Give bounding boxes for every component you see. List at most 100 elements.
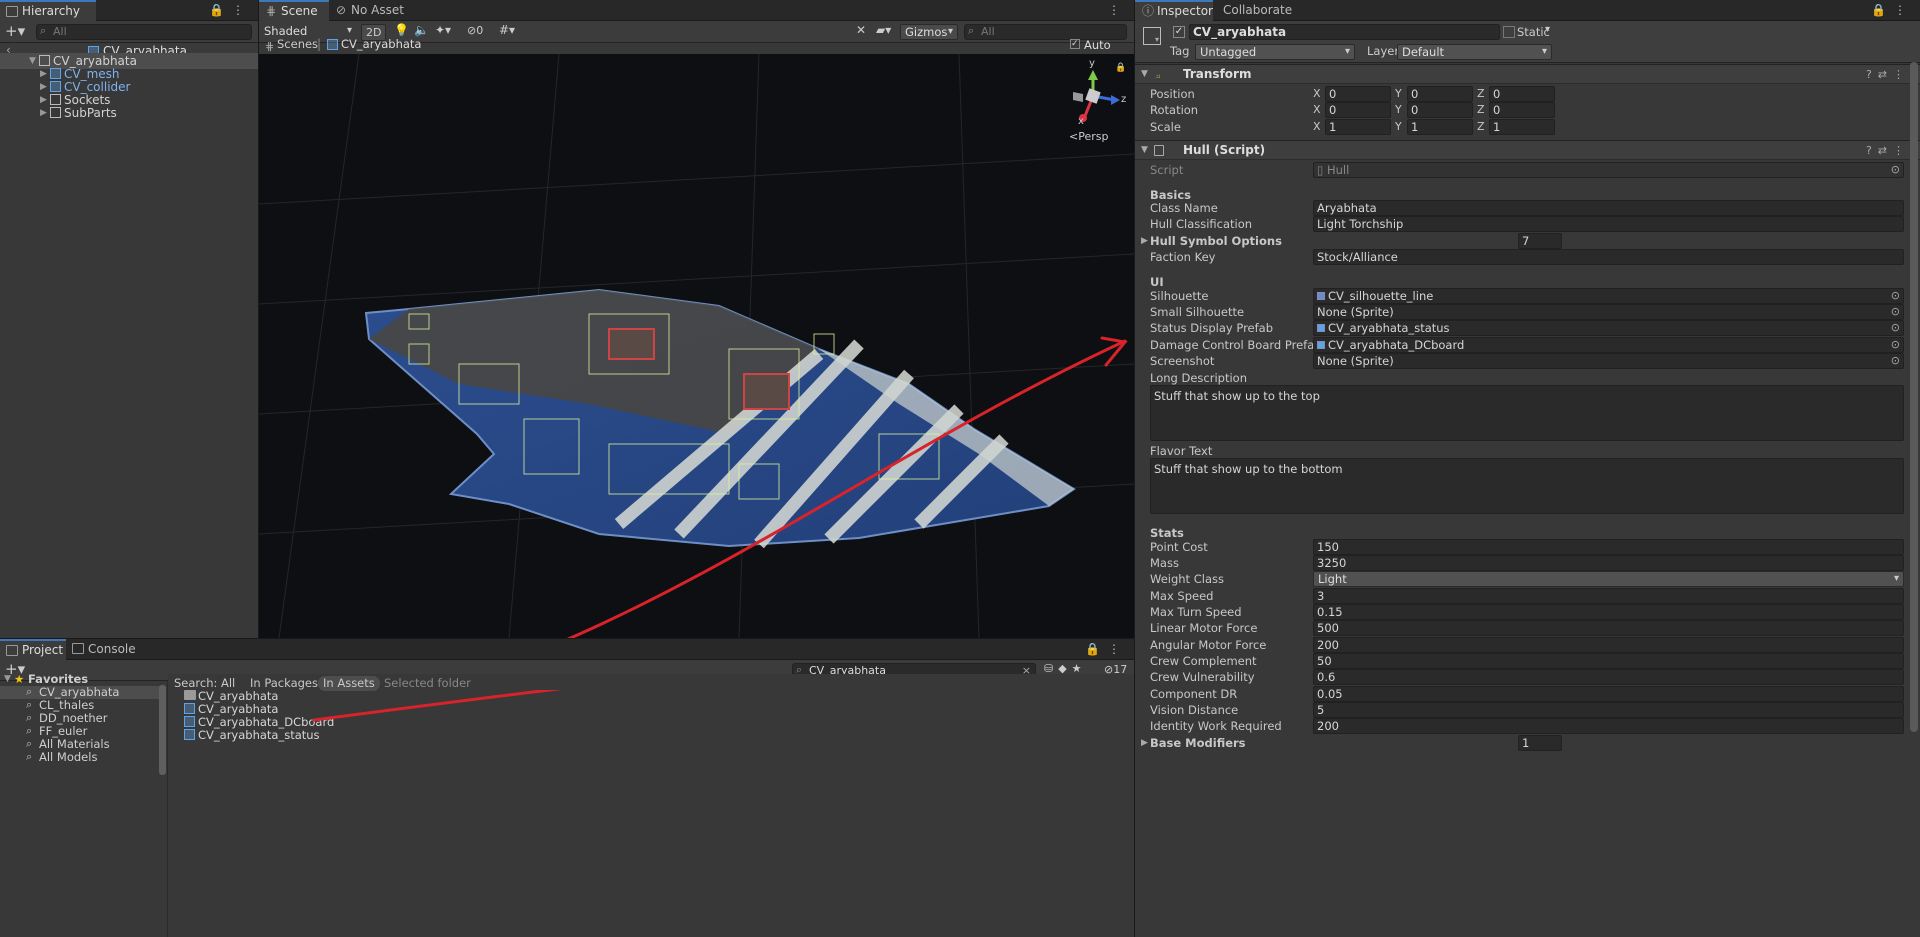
hull-classification-label: Hull Classification	[1150, 217, 1253, 231]
lighting-icon[interactable]: 💡	[394, 23, 409, 37]
tools-icon[interactable]: ✕	[856, 23, 866, 37]
stat-field[interactable]: 50	[1313, 653, 1904, 669]
hierarchy-search-input[interactable]: All	[36, 24, 252, 40]
panel-menu-icons[interactable]: 🔒⋮	[209, 3, 252, 17]
scene-render[interactable]	[259, 54, 1134, 638]
panel-menu-icons[interactable]: 🔒⋮	[1085, 642, 1128, 656]
filter-selected-folder[interactable]: Selected folder	[379, 676, 476, 691]
value-field[interactable]: 0	[1407, 102, 1473, 118]
stat-field[interactable]: 200	[1313, 637, 1904, 653]
stat-field[interactable]: 200	[1313, 718, 1904, 734]
static-checkbox[interactable]	[1503, 26, 1515, 38]
value-field[interactable]: 1	[1407, 119, 1473, 135]
base-modifiers-count[interactable]: 1	[1518, 735, 1562, 751]
favorite-item[interactable]: ⌕ All Models	[0, 750, 160, 764]
faction-key-field[interactable]: Stock/Alliance	[1313, 249, 1904, 265]
hull-classification-field[interactable]: Light Torchship	[1313, 216, 1904, 232]
tree-item-subparts[interactable]: ▶ SubParts	[0, 105, 258, 121]
value-field[interactable]: 0	[1325, 102, 1391, 118]
filter-in-assets[interactable]: In Assets	[318, 676, 380, 691]
silhouette-label: Silhouette	[1150, 289, 1209, 303]
hierarchy-toolbar: +▾ All	[0, 21, 258, 43]
tab-project[interactable]: Project	[0, 639, 66, 660]
flavor-text-field[interactable]: Stuff that show up to the bottom	[1150, 458, 1904, 514]
inspector-scrollbar[interactable]	[1910, 62, 1918, 732]
small-silhouette-field[interactable]: None (Sprite)	[1313, 304, 1904, 320]
tab-scene[interactable]: ⋕ Scene	[259, 0, 329, 21]
screenshot-field[interactable]: None (Sprite)	[1313, 353, 1904, 369]
hull-symbol-options-row[interactable]: ▶ Hull Symbol Options 7	[1135, 233, 1920, 249]
transform-header[interactable]: ▼ ⟓ Transform ?⇄⋮	[1135, 64, 1920, 84]
hull-symbol-options-count[interactable]: 7	[1518, 233, 1562, 249]
value-field[interactable]: 1	[1325, 119, 1391, 135]
object-name-field[interactable]: CV_aryabhata	[1189, 24, 1500, 40]
value-field[interactable]: 0	[1489, 86, 1555, 102]
search-icon: ⌕	[26, 750, 33, 763]
small-silhouette-value: None (Sprite)	[1317, 305, 1394, 319]
hull-script-header[interactable]: ▼ Hull (Script) ?⇄⋮	[1135, 140, 1920, 160]
silhouette-field[interactable]: CV_silhouette_line	[1313, 288, 1904, 304]
stat-field[interactable]: 0.6	[1313, 669, 1904, 685]
panel-menu-icons[interactable]: 🔒⋮	[1871, 3, 1914, 17]
dcboard-field[interactable]: CV_aryabhata_DCboard	[1313, 337, 1904, 353]
stat-field[interactable]: 3	[1313, 588, 1904, 604]
stat-field[interactable]: 0.15	[1313, 604, 1904, 620]
prefab-icon	[1317, 324, 1325, 332]
star-icon: ★	[14, 672, 25, 686]
scenes-icon: ⋕	[265, 40, 275, 53]
expand-arrow-icon[interactable]: ▶	[40, 105, 47, 121]
stat-field[interactable]: 0.05	[1313, 686, 1904, 702]
list-icon	[6, 6, 18, 17]
axis-y-label: Y	[1395, 87, 1402, 100]
camera-icon[interactable]: ▰▾	[876, 23, 891, 37]
scene-viewport[interactable]: y z x 🔒 <Persp	[259, 54, 1134, 638]
effects-icon[interactable]: ✦▾	[435, 23, 451, 37]
gizmo-lock-icon[interactable]: 🔒	[1115, 63, 1126, 73]
sidebar-scrollbar[interactable]	[159, 685, 166, 775]
icon-dropdown-icon[interactable]: ▾	[1155, 35, 1159, 44]
layer-dropdown[interactable]: Default	[1397, 44, 1552, 60]
tab-collaborate[interactable]: Collaborate	[1213, 0, 1303, 21]
tab-no-asset[interactable]: ⊘ No Asset	[329, 0, 419, 21]
collapse-arrow-icon[interactable]: ▼	[1141, 65, 1148, 84]
collapse-arrow-icon[interactable]: ▼	[1141, 141, 1148, 160]
static-dropdown-icon[interactable]: ▾	[1545, 24, 1550, 35]
add-icon[interactable]: +▾	[5, 22, 25, 40]
breadcrumb-scenes[interactable]: Scenes	[277, 37, 318, 51]
position-label: Position	[1150, 87, 1195, 101]
script-file-icon: ▯	[1317, 163, 1327, 177]
expand-arrow-icon[interactable]: ▼	[4, 673, 11, 686]
class-name-field[interactable]: Aryabhata	[1313, 200, 1904, 216]
status-display-field[interactable]: CV_aryabhata_status	[1313, 320, 1904, 336]
expand-arrow-icon[interactable]: ▶	[1141, 233, 1148, 249]
component-menu-icons[interactable]: ?⇄⋮	[1866, 141, 1910, 160]
base-modifiers-row[interactable]: ▶ Base Modifiers 1	[1135, 735, 1920, 751]
grid-icon[interactable]: #▾	[499, 23, 515, 37]
stat-field[interactable]: 150	[1313, 539, 1904, 555]
panel-menu-icon[interactable]: ⋮	[1108, 3, 1128, 17]
stat-field[interactable]: 3250	[1313, 555, 1904, 571]
weight-class-dropdown[interactable]: Light	[1313, 571, 1904, 587]
long-description-field[interactable]: Stuff that show up to the top	[1150, 385, 1904, 441]
visibility-icon[interactable]: ⊘0	[467, 24, 483, 37]
tab-inspector[interactable]: ⓘ Inspector	[1135, 0, 1213, 21]
stat-field[interactable]: 5	[1313, 702, 1904, 718]
breadcrumb-prefab[interactable]: CV_aryabhata	[341, 37, 421, 51]
value-field[interactable]: 0	[1489, 102, 1555, 118]
value-field[interactable]: 0	[1325, 86, 1391, 102]
persp-label[interactable]: <Persp	[1069, 130, 1108, 143]
tag-dropdown[interactable]: Untagged	[1195, 44, 1355, 60]
folder-icon	[6, 645, 18, 656]
audio-icon[interactable]: 🔈	[414, 23, 429, 37]
value-field[interactable]: 1	[1489, 119, 1555, 135]
auto-save-checkbox[interactable]: ✓	[1070, 39, 1080, 49]
stat-field[interactable]: 500	[1313, 620, 1904, 636]
active-checkbox[interactable]: ✓	[1173, 26, 1185, 38]
search-placeholder: All	[53, 25, 67, 38]
component-menu-icons[interactable]: ?⇄⋮	[1866, 65, 1910, 84]
expand-arrow-icon[interactable]: ▶	[1141, 735, 1148, 751]
tab-console[interactable]: Console	[66, 639, 136, 660]
gizmos-dropdown[interactable]: Gizmos	[900, 24, 958, 40]
value-field[interactable]: 0	[1407, 86, 1473, 102]
tab-hierarchy[interactable]: Hierarchy	[0, 0, 96, 21]
